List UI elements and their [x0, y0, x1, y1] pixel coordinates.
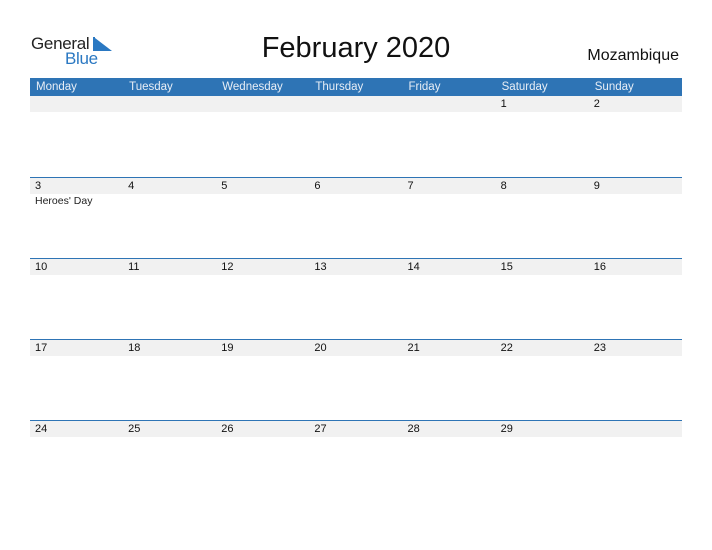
day-number: 28	[407, 423, 420, 435]
holiday-row	[30, 275, 682, 276]
week-row: 17 18 19 20 21 22 23	[30, 339, 682, 420]
holiday-label	[309, 194, 402, 207]
holiday-label	[309, 356, 402, 357]
day-number: 24	[35, 423, 48, 435]
day-number: 13	[314, 261, 327, 273]
day-number: 21	[407, 342, 420, 354]
holiday-label	[403, 112, 496, 113]
day-number: 10	[35, 261, 48, 273]
day-number: 18	[128, 342, 141, 354]
holiday-label	[403, 356, 496, 357]
weekday-header-row: Monday Tuesday Wednesday Thursday Friday…	[30, 78, 682, 96]
holiday-label: Heroes' Day	[35, 195, 93, 207]
week-row: 24 25 26 27 28 29	[30, 420, 682, 501]
holiday-row	[30, 112, 682, 113]
holiday-label	[496, 437, 589, 438]
holiday-row: Heroes' Day	[30, 194, 682, 207]
day-number	[589, 421, 682, 437]
day-number: 4	[128, 180, 135, 192]
holiday-label	[589, 356, 682, 357]
day-number	[403, 96, 496, 112]
holiday-label	[123, 356, 216, 357]
holiday-label	[309, 112, 402, 113]
weekday-tuesday: Tuesday	[129, 81, 173, 93]
weekday-wednesday: Wednesday	[222, 81, 283, 93]
day-number-strip: 17 18 19 20 21 22 23	[30, 340, 682, 356]
holiday-label	[496, 275, 589, 276]
day-number: 11	[128, 261, 140, 273]
day-number: 23	[593, 342, 606, 354]
day-number: 3	[35, 180, 42, 192]
day-number: 15	[500, 261, 513, 273]
day-number: 22	[500, 342, 513, 354]
day-number: 25	[128, 423, 141, 435]
holiday-label	[123, 194, 216, 207]
holiday-label	[30, 356, 123, 357]
holiday-label	[216, 356, 309, 357]
day-number-strip: 10 11 12 13 14 15 16	[30, 259, 682, 275]
day-number: 6	[314, 180, 321, 192]
day-number: 19	[221, 342, 234, 354]
weekday-monday: Monday	[36, 81, 77, 93]
day-number: 20	[314, 342, 327, 354]
holiday-label	[216, 275, 309, 276]
weekday-thursday: Thursday	[315, 81, 364, 93]
day-number: 1	[500, 98, 507, 110]
holiday-label	[216, 437, 309, 438]
weekday-sunday: Sunday	[594, 81, 634, 93]
day-number: 5	[221, 180, 228, 192]
day-number: 2	[593, 98, 600, 110]
holiday-label	[30, 275, 123, 276]
day-number: 26	[221, 423, 234, 435]
holiday-label	[30, 112, 123, 113]
weekday-friday: Friday	[408, 81, 441, 93]
holiday-label	[30, 437, 123, 438]
holiday-label	[123, 437, 216, 438]
country-label: Mozambique	[587, 47, 679, 64]
day-number: 16	[593, 261, 606, 273]
weekday-saturday: Saturday	[501, 81, 548, 93]
holiday-label	[309, 275, 402, 276]
day-number	[309, 96, 402, 112]
week-row: 3 4 5 6 7 8 9 Heroes' Day	[30, 177, 682, 258]
week-row: 10 11 12 13 14 15 16	[30, 258, 682, 339]
calendar-grid: Monday Tuesday Wednesday Thursday Friday…	[30, 78, 682, 501]
day-number: 29	[500, 423, 513, 435]
holiday-label	[496, 356, 589, 357]
holiday-label	[123, 275, 216, 276]
day-number: 8	[500, 180, 507, 192]
holiday-label	[216, 194, 309, 207]
holiday-label	[589, 112, 682, 113]
holiday-label	[589, 194, 682, 207]
day-number	[216, 96, 309, 112]
holiday-label	[403, 275, 496, 276]
holiday-row	[30, 437, 682, 438]
day-number-strip: 12	[30, 96, 682, 112]
holiday-label	[589, 275, 682, 276]
day-number-strip: 24 25 26 27 28 29	[30, 421, 682, 437]
holiday-label	[496, 194, 589, 207]
day-number-strip: 3 4 5 6 7 8 9	[30, 178, 682, 194]
holiday-label	[403, 194, 496, 207]
day-number	[123, 96, 216, 112]
holiday-label	[403, 437, 496, 438]
holiday-label	[589, 437, 682, 438]
holiday-label	[309, 437, 402, 438]
holiday-label	[216, 112, 309, 113]
day-number: 9	[593, 180, 600, 192]
day-number: 17	[35, 342, 48, 354]
week-row: 12	[30, 96, 682, 177]
day-number: 27	[314, 423, 327, 435]
day-number	[30, 96, 123, 112]
holiday-label	[123, 112, 216, 113]
day-number: 14	[407, 261, 420, 273]
day-number: 12	[221, 261, 234, 273]
holiday-row	[30, 356, 682, 357]
day-number: 7	[407, 180, 414, 192]
holiday-label	[496, 112, 589, 113]
